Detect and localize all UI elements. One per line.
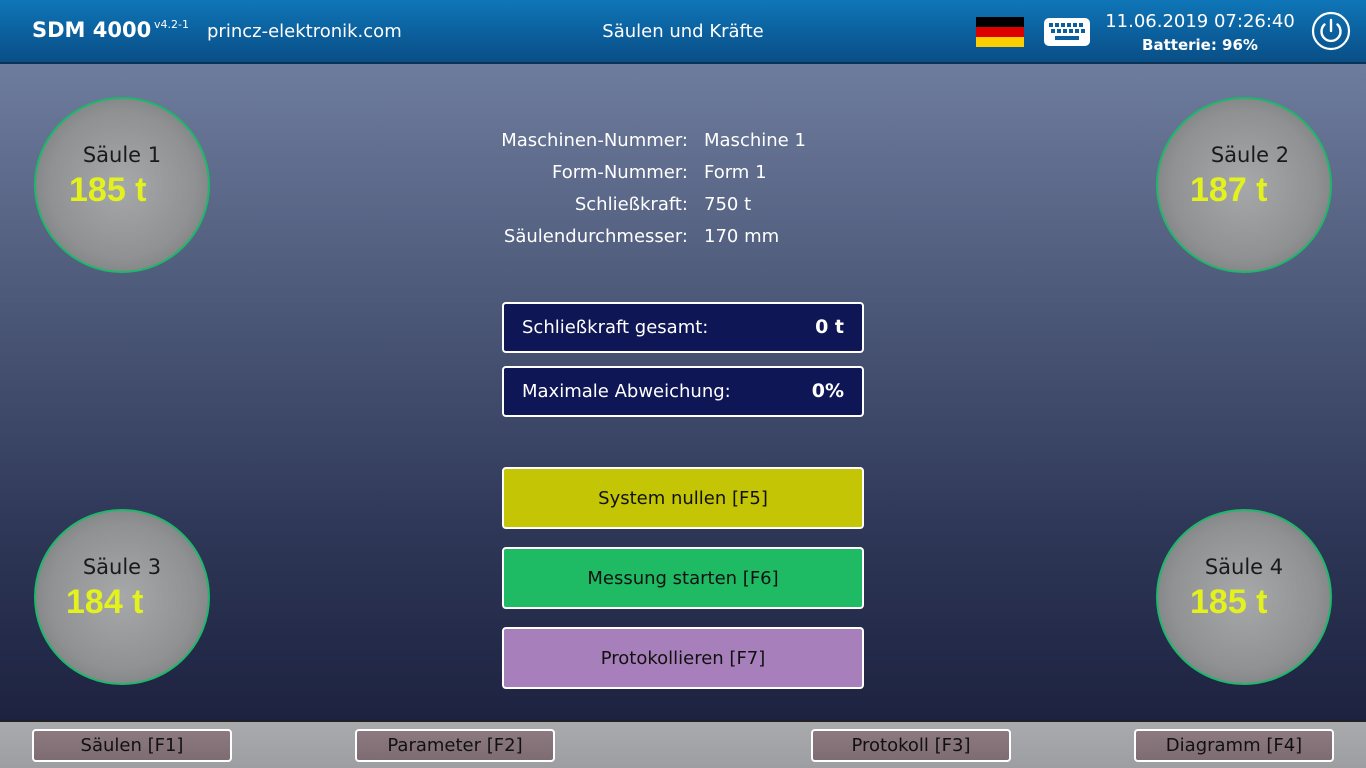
column-force-value: 185 t: [1190, 583, 1268, 621]
german-flag-icon[interactable]: [976, 17, 1024, 47]
info-row-form: Form-Nummer: Form 1: [440, 162, 940, 188]
battery-status: Batterie: 96%: [1142, 36, 1258, 54]
max-deviation-readout: Maximale Abweichung: 0%: [502, 366, 864, 417]
info-value: Form 1: [704, 162, 767, 183]
info-value: 170 mm: [704, 226, 780, 247]
column-gauge-3: Säule 3 184 t: [34, 509, 210, 685]
readout-value: 0 t: [815, 316, 844, 338]
nav-diagram-button[interactable]: Diagramm [F4]: [1134, 729, 1334, 762]
info-row-column-diameter: Säulendurchmesser: 170 mm: [440, 226, 940, 252]
bottom-nav-bar: Säulen [F1] Parameter [F2] Protokoll [F3…: [0, 720, 1366, 768]
header-bar: SDM 4000 v4.2-1 princz-elektronik.com Sä…: [0, 0, 1366, 64]
column-force-value: 184 t: [66, 583, 144, 621]
column-gauge-4: Säule 4 185 t: [1156, 509, 1332, 685]
log-protocol-button[interactable]: Protokollieren [F7]: [502, 627, 864, 689]
main-panel: Säule 1 185 t Säule 2 187 t Säule 3 184 …: [0, 64, 1366, 720]
info-label: Form-Nummer:: [551, 162, 688, 183]
info-label: Schließkraft:: [574, 194, 688, 215]
column-label: Säule 1: [82, 143, 162, 167]
start-measurement-button[interactable]: Messung starten [F6]: [502, 547, 864, 609]
nav-columns-button[interactable]: Säulen [F1]: [32, 729, 232, 762]
info-row-machine: Maschinen-Nummer: Maschine 1: [440, 130, 940, 156]
nav-protocol-button[interactable]: Protokoll [F3]: [811, 729, 1011, 762]
column-label: Säule 4: [1204, 555, 1284, 579]
column-gauge-1: Säule 1 185 t: [34, 97, 210, 273]
power-icon[interactable]: [1311, 11, 1351, 51]
readout-value: 0%: [811, 380, 844, 402]
info-label: Säulendurchmesser:: [503, 226, 688, 247]
total-clamping-force-readout: Schließkraft gesamt: 0 t: [502, 302, 864, 353]
readout-label: Maximale Abweichung:: [522, 381, 731, 402]
column-gauge-2: Säule 2 187 t: [1156, 97, 1332, 273]
info-value: 750 t: [704, 194, 752, 215]
column-label: Säule 2: [1210, 143, 1290, 167]
zero-system-button[interactable]: System nullen [F5]: [502, 467, 864, 529]
datetime: 11.06.2019 07:26:40: [1105, 11, 1295, 32]
info-row-clamping-force: Schließkraft: 750 t: [440, 194, 940, 220]
column-force-value: 185 t: [69, 171, 147, 209]
column-label: Säule 3: [82, 555, 162, 579]
column-force-value: 187 t: [1190, 171, 1268, 209]
nav-parameter-button[interactable]: Parameter [F2]: [355, 729, 555, 762]
readout-label: Schließkraft gesamt:: [522, 317, 709, 338]
info-value: Maschine 1: [704, 130, 806, 151]
info-label: Maschinen-Nummer:: [501, 130, 688, 151]
keyboard-icon[interactable]: [1043, 17, 1091, 47]
